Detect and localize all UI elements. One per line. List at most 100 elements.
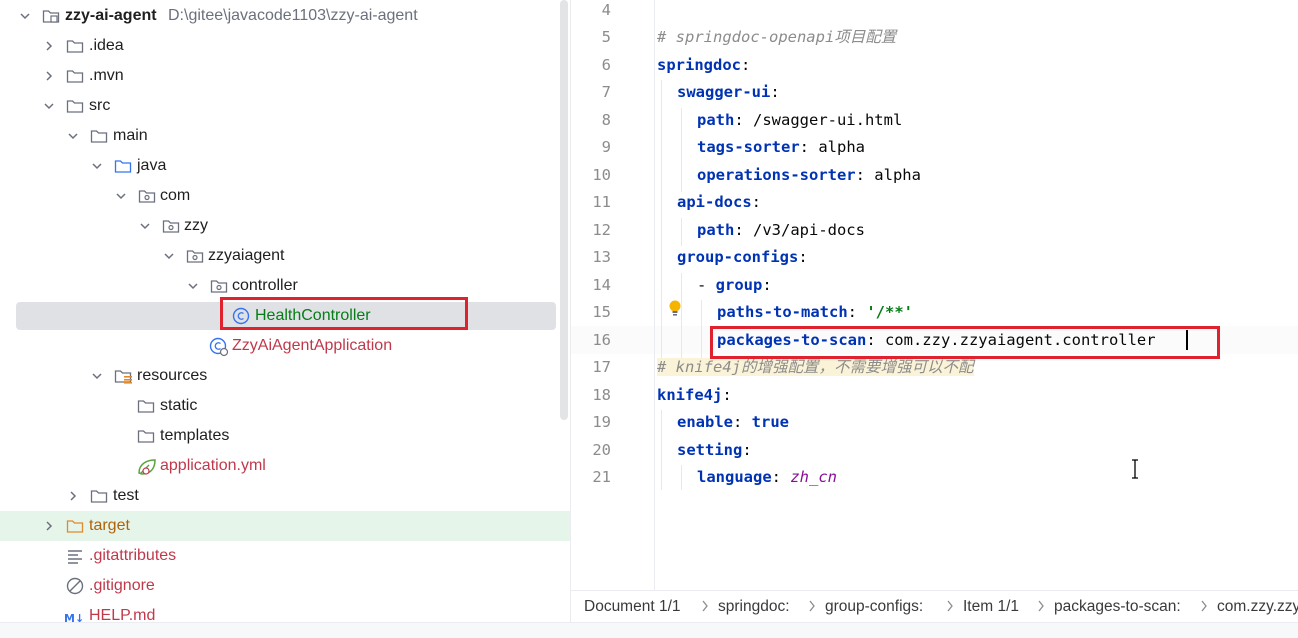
breadcrumb-item[interactable]: packages-to-scan: [1054,597,1181,617]
tree-node-static[interactable]: static [0,391,570,421]
chevron-right-icon [700,599,710,613]
tree-node-target[interactable]: target [0,511,570,541]
tree-node-gitattributes[interactable]: .gitattributes [0,541,570,571]
yaml-value: : [742,441,752,459]
tree-node-mvn[interactable]: .mvn [0,61,570,91]
tree-node-zzy[interactable]: zzy [0,211,570,241]
folder-icon [66,68,84,84]
chevron-down-icon[interactable] [18,9,32,23]
tree-node-main[interactable]: main [0,121,570,151]
spring-boot-app-class-icon [208,337,229,357]
breadcrumb-item[interactable]: group-configs: [825,597,923,617]
line-number: 11 [592,193,611,211]
breadcrumb-item[interactable]: com.zzy.zzyaiagent.controller [1217,597,1298,617]
code-line-10: operations-sorter: alpha [697,165,921,185]
code-line-16: packages-to-scan: com.zzy.zzyaiagent.con… [717,330,1156,350]
code-line-19: enable: true [677,412,789,432]
breadcrumb-item[interactable]: Document 1/1 [584,597,681,617]
chevron-down-icon[interactable] [138,219,152,233]
yaml-key: tags-sorter [697,138,800,156]
chevron-down-icon[interactable] [114,189,128,203]
tree-node-com[interactable]: com [0,181,570,211]
project-tree: zzy-ai-agent D:\gitee\javacode1103\zzy-a… [0,0,570,637]
tree-node-label: zzyaiagent [208,247,285,264]
code-line-7: swagger-ui: [677,82,780,102]
chevron-down-icon[interactable] [186,279,200,293]
indent-guide [661,410,662,490]
spring-yaml-icon [136,457,156,475]
yaml-key: knife4j [657,386,723,404]
yaml-value: : alpha [855,166,921,184]
tree-node-test[interactable]: test [0,481,570,511]
folder-icon [137,428,155,444]
intention-bulb-icon[interactable] [668,299,682,324]
line-number: 16 [592,331,611,349]
line-number: 19 [592,413,611,431]
chevron-down-icon[interactable] [162,249,176,263]
chevron-right-icon [807,599,817,613]
tree-node-src[interactable]: src [0,91,570,121]
chevron-down-icon[interactable] [90,369,104,383]
yaml-comment: # knife4j的增强配置，不需要增强可以不配 [657,358,974,376]
tree-node-label: zzy [184,217,208,234]
tree-node-application-yml[interactable]: application.yml [0,451,570,481]
chevron-right-icon[interactable] [42,519,56,533]
yaml-value: : alpha [799,138,865,156]
tree-node-healthcontroller[interactable]: HealthController [0,301,570,331]
yaml-value: : [770,83,780,101]
tree-node-root[interactable]: zzy-ai-agent D:\gitee\javacode1103\zzy-a… [0,1,570,31]
tree-node-resources[interactable]: resources [0,361,570,391]
package-icon [210,278,228,294]
tree-node-label: java [137,157,167,174]
gutter-separator [654,0,655,590]
code-editor[interactable]: 4 5 6 7 8 9 10 11 12 13 14 15 16 17 18 1… [571,0,1298,590]
tree-node-label: .mvn [89,67,124,84]
tree-node-controller[interactable]: controller [0,271,570,301]
breadcrumb-item[interactable]: springdoc: [718,597,790,617]
text-caret [1186,330,1188,350]
chevron-down-icon[interactable] [90,159,104,173]
tree-node-zzyaiagent[interactable]: zzyaiagent [0,241,570,271]
folder-icon [66,38,84,54]
yaml-key: setting [677,441,743,459]
line-number: 6 [601,56,611,74]
line-number: 5 [601,28,611,46]
module-folder-icon [42,8,60,24]
chevron-right-icon[interactable] [42,39,56,53]
chevron-right-icon[interactable] [66,489,80,503]
tree-node-idea[interactable]: .idea [0,31,570,61]
code-line-13: group-configs: [677,247,808,267]
yaml-comment: # springdoc-openapi项目配置 [657,28,897,46]
chevron-down-icon[interactable] [42,99,56,113]
line-number: 9 [601,138,611,156]
tree-node-label: test [113,487,139,504]
tree-node-label: HealthController [255,307,371,324]
breadcrumb-item[interactable]: Item 1/1 [963,597,1019,617]
yaml-key: group [715,276,763,294]
tree-node-gitignore[interactable]: .gitignore [0,571,570,601]
package-icon [138,188,156,204]
tree-node-label: .gitattributes [89,547,177,564]
chevron-down-icon[interactable] [66,129,80,143]
code-line-17: # knife4j的增强配置，不需要增强可以不配 [657,357,974,377]
tree-scrollbar[interactable] [560,0,568,420]
chevron-right-icon [1036,599,1046,613]
yaml-value: : [762,276,772,294]
line-number: 12 [592,221,611,239]
chevron-right-icon[interactable] [42,69,56,83]
tree-node-zzyaiagentapplication[interactable]: ZzyAiAgentApplication [0,331,570,361]
source-folder-icon [114,158,132,174]
project-name: zzy-ai-agent [65,7,157,24]
yaml-value: : [733,413,752,431]
yaml-value: : [741,56,751,74]
folder-icon [137,398,155,414]
text-file-icon [66,548,84,564]
editor-breadcrumb: Document 1/1 springdoc: group-configs: I… [571,590,1298,623]
line-number: 18 [592,386,611,404]
package-icon [162,218,180,234]
yaml-key: api-docs [677,193,752,211]
tree-node-java[interactable]: java [0,151,570,181]
indent-guide [681,218,682,246]
tree-node-templates[interactable]: templates [0,421,570,451]
code-line-9: tags-sorter: alpha [697,137,865,157]
